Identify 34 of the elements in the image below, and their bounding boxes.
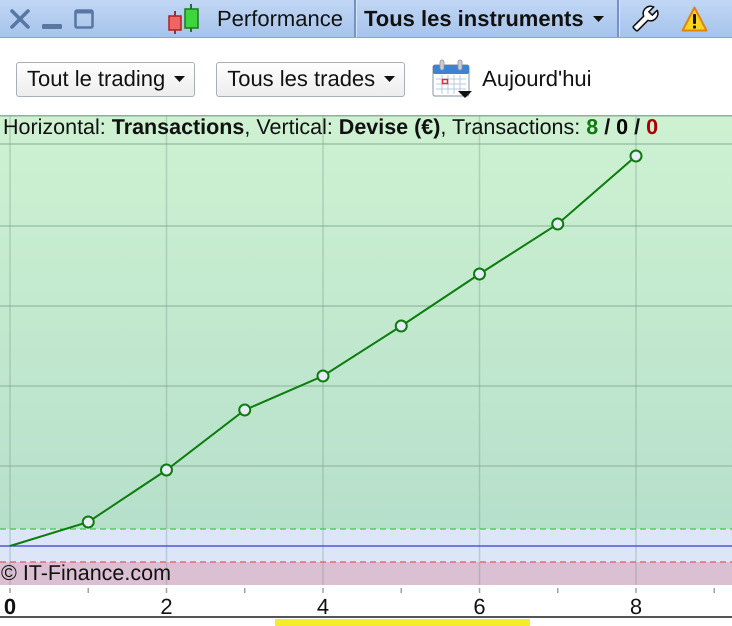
axis-label: 8 [630, 594, 642, 618]
transaction-count: 8 [586, 115, 598, 140]
axis-label: 0 [4, 594, 16, 618]
data-point [82, 516, 95, 528]
data-point [160, 464, 173, 476]
filter-dropdown[interactable]: Tous les trades [216, 62, 406, 96]
date-range-button[interactable]: Aujourd'hui [432, 59, 592, 99]
caret-icon [384, 76, 396, 82]
wrench-icon[interactable] [632, 5, 659, 32]
transaction-count: 0 [616, 115, 628, 140]
data-point [316, 370, 330, 382]
axis-label: 2 [160, 594, 173, 618]
warning-icon[interactable] [680, 6, 708, 32]
panel-title: Performance [217, 6, 343, 32]
transaction-count: 0 [646, 115, 658, 140]
data-point [238, 404, 252, 416]
count-separator: / [604, 115, 610, 140]
close-icon[interactable] [9, 8, 31, 30]
caret-icon [174, 76, 186, 82]
data-point [473, 268, 486, 280]
axis-label: 6 [473, 594, 486, 618]
calendar-icon [432, 59, 472, 99]
count-separator: / [634, 115, 640, 140]
copyright-text: © IT-Finance.com [1, 561, 171, 586]
data-point [551, 218, 564, 230]
axis-label: 4 [316, 594, 330, 618]
caret-icon [592, 16, 604, 22]
maximize-icon[interactable] [74, 8, 94, 28]
chart-caption: Horizontal: Transactions, Vertical: Devise (€), Transactions: [3, 115, 580, 140]
data-point [394, 320, 408, 332]
data-point [630, 150, 642, 162]
filter-dropdown[interactable]: Tout le trading [16, 62, 196, 96]
candlestick-icon [166, 2, 200, 34]
instrument-dropdown[interactable]: Tous les instruments [356, 0, 604, 37]
